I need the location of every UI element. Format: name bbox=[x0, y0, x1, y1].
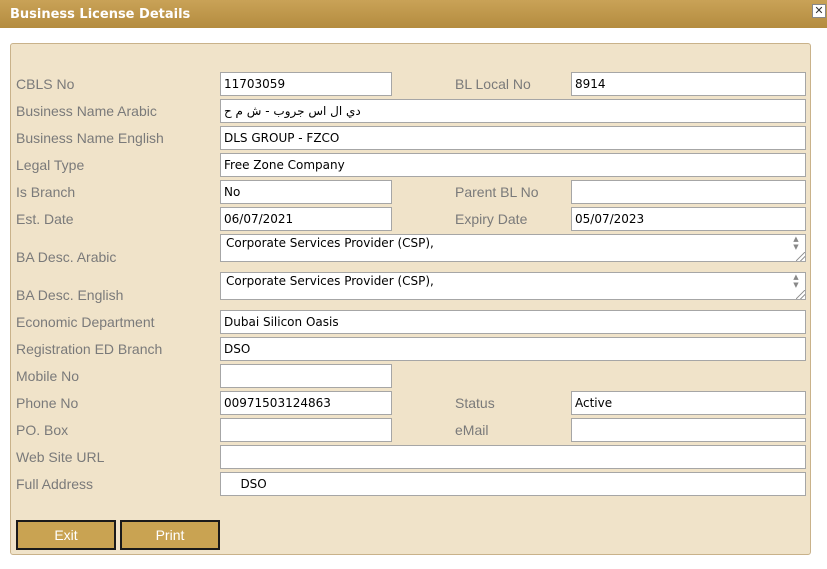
ba-desc-arabic-textarea[interactable]: Corporate Services Provider (CSP), bbox=[220, 234, 806, 262]
bl-local-no-label: BL Local No bbox=[455, 76, 531, 92]
is-branch-field[interactable] bbox=[220, 180, 392, 204]
full-address-field[interactable] bbox=[220, 472, 806, 496]
est-date-field[interactable] bbox=[220, 207, 392, 231]
business-name-english-field[interactable] bbox=[220, 126, 806, 150]
ba-desc-english-label: BA Desc. English bbox=[16, 287, 124, 303]
ba-desc-arabic-label: BA Desc. Arabic bbox=[16, 249, 117, 265]
full-address-label: Full Address bbox=[16, 476, 94, 492]
po-box-field[interactable] bbox=[220, 418, 392, 442]
resize-grip-icon[interactable] bbox=[796, 252, 805, 261]
website-url-label: Web Site URL bbox=[16, 449, 105, 465]
scroll-down-icon[interactable]: ▼ bbox=[792, 243, 800, 251]
est-date-label: Est. Date bbox=[16, 211, 74, 227]
status-label: Status bbox=[455, 395, 495, 411]
expiry-date-label: Expiry Date bbox=[455, 211, 528, 227]
mobile-no-field[interactable] bbox=[220, 364, 392, 388]
website-url-field[interactable] bbox=[220, 445, 806, 469]
is-branch-label: Is Branch bbox=[16, 184, 76, 200]
bl-local-no-field[interactable] bbox=[571, 72, 806, 96]
email-field[interactable] bbox=[571, 418, 806, 442]
details-panel: CBLS No BL Local No Business Name Arabic… bbox=[10, 43, 811, 555]
phone-no-field[interactable] bbox=[220, 391, 392, 415]
legal-type-label: Legal Type bbox=[16, 157, 85, 173]
legal-type-field[interactable] bbox=[220, 153, 806, 177]
scroll-down-icon[interactable]: ▼ bbox=[792, 281, 800, 289]
business-name-arabic-label: Business Name Arabic bbox=[16, 103, 157, 119]
po-box-label: PO. Box bbox=[16, 422, 69, 438]
exit-button[interactable]: Exit bbox=[16, 520, 116, 550]
resize-grip-icon[interactable] bbox=[796, 290, 805, 299]
business-name-arabic-field[interactable] bbox=[220, 99, 806, 123]
registration-ed-branch-field[interactable] bbox=[220, 337, 806, 361]
business-name-english-label: Business Name English bbox=[16, 130, 164, 146]
scroll-up-icon[interactable]: ▲ bbox=[792, 273, 800, 281]
registration-ed-branch-label: Registration ED Branch bbox=[16, 341, 163, 357]
close-icon[interactable]: ✕ bbox=[812, 4, 826, 18]
ba-desc-english-textarea[interactable]: Corporate Services Provider (CSP), bbox=[220, 272, 806, 300]
phone-no-label: Phone No bbox=[16, 395, 79, 411]
scroll-up-icon[interactable]: ▲ bbox=[792, 235, 800, 243]
parent-bl-no-field[interactable] bbox=[571, 180, 806, 204]
economic-department-label: Economic Department bbox=[16, 314, 155, 330]
mobile-no-label: Mobile No bbox=[16, 368, 80, 384]
expiry-date-field[interactable] bbox=[571, 207, 806, 231]
parent-bl-no-label: Parent BL No bbox=[455, 184, 539, 200]
title-bar: Business License Details bbox=[0, 0, 827, 28]
window-title: Business License Details bbox=[10, 7, 191, 22]
status-field[interactable] bbox=[571, 391, 806, 415]
cbls-no-label: CBLS No bbox=[16, 76, 75, 92]
email-label: eMail bbox=[455, 422, 489, 438]
print-button[interactable]: Print bbox=[120, 520, 220, 550]
economic-department-field[interactable] bbox=[220, 310, 806, 334]
cbls-no-field[interactable] bbox=[220, 72, 392, 96]
